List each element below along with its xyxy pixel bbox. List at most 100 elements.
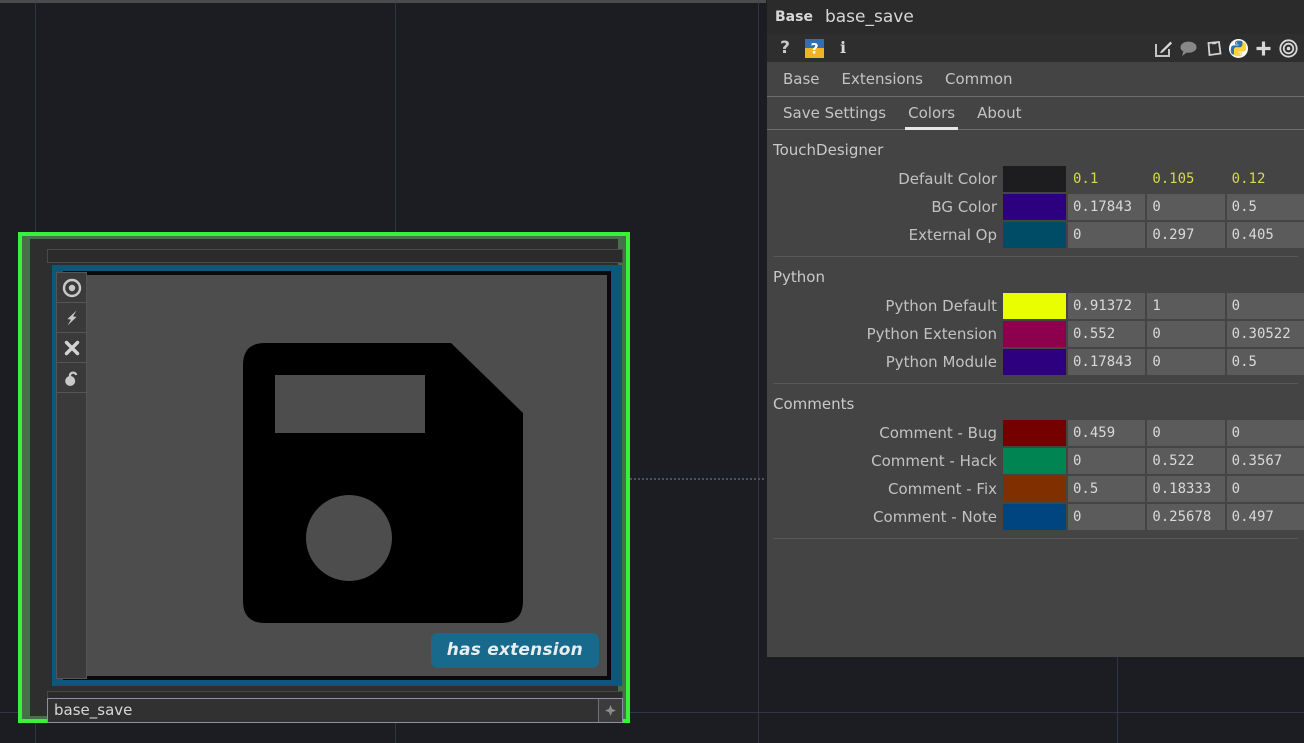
parameter-value-field[interactable]: 0 xyxy=(1147,420,1225,446)
expand-plus-icon[interactable] xyxy=(599,699,622,722)
parameter-row: Comment - Fix 0.5 0.18333 0 xyxy=(767,476,1304,502)
parameter-value-field[interactable]: 0 xyxy=(1147,194,1225,220)
parameter-value-field[interactable]: 1 xyxy=(1147,293,1225,319)
parameter-dialog[interactable]: Base base_save ? ? i Base Extensions Com… xyxy=(766,0,1304,657)
tab-save-settings[interactable]: Save Settings xyxy=(783,97,886,129)
edit-pencil-icon[interactable] xyxy=(1153,38,1173,58)
parameter-value-fields: 0 0.297 0.405 xyxy=(1066,222,1304,248)
color-swatch[interactable] xyxy=(1003,293,1066,319)
node-frame-inner: has extension xyxy=(63,271,611,680)
parameter-value-field[interactable]: 0 xyxy=(1068,448,1146,474)
has-extension-badge: has extension xyxy=(430,633,599,668)
node-viewer[interactable]: has extension xyxy=(67,275,607,676)
parameter-value-field[interactable]: 0.30522 xyxy=(1226,321,1304,347)
bypass-x-icon[interactable] xyxy=(57,333,86,363)
parameter-value-field[interactable]: 0.522 xyxy=(1147,448,1225,474)
parameter-value-field[interactable]: 0.459 xyxy=(1068,420,1146,446)
parameter-row: BG Color 0.17843 0 0.5 xyxy=(767,194,1304,220)
parameter-value-field[interactable]: 0.297 xyxy=(1147,222,1225,248)
parameter-toolbar[interactable]: ? ? i xyxy=(767,34,1304,62)
tab-base[interactable]: Base xyxy=(783,62,820,96)
color-swatch[interactable] xyxy=(1003,476,1066,502)
color-swatch[interactable] xyxy=(1003,448,1066,474)
color-swatch[interactable] xyxy=(1003,166,1066,192)
parameter-row: Python Module 0.17843 0 0.5 xyxy=(767,349,1304,375)
parameter-value-field[interactable]: 0 xyxy=(1226,420,1304,446)
parameter-value-field[interactable]: 0.5 xyxy=(1226,194,1304,220)
tab-about[interactable]: About xyxy=(977,97,1021,129)
node-body[interactable]: has extension base_save xyxy=(30,239,623,723)
parameter-value-field[interactable]: 0.91372 xyxy=(1068,293,1146,319)
parameter-value-field[interactable]: 0.552 xyxy=(1068,321,1146,347)
color-swatch[interactable] xyxy=(1003,194,1066,220)
parameter-value-field[interactable]: 0.17843 xyxy=(1068,194,1146,220)
parameter-value-field[interactable]: 0.12 xyxy=(1227,166,1304,192)
parameter-row: Comment - Note 0 0.25678 0.497 xyxy=(767,504,1304,530)
tab-extensions-label: Extensions xyxy=(841,70,923,88)
parameter-label: Python Extension xyxy=(866,325,997,343)
parameter-label: Comment - Fix xyxy=(887,480,997,498)
secondary-tab-row[interactable]: Save Settings Colors About xyxy=(767,97,1304,130)
touchdesigner-window: has extension base_save Base base_save ?… xyxy=(0,0,1304,743)
parameter-value-field[interactable]: 0.405 xyxy=(1226,222,1304,248)
node-frame: has extension xyxy=(52,265,622,686)
clipboard-paste-icon[interactable] xyxy=(1203,38,1223,58)
color-swatch[interactable] xyxy=(1003,349,1066,375)
parameter-value-field[interactable]: 0 xyxy=(1068,222,1146,248)
node-header-strip xyxy=(47,249,623,263)
parameter-value-field[interactable]: 0.18333 xyxy=(1147,476,1225,502)
parameter-value-fields: 0 0.522 0.3567 xyxy=(1066,448,1304,474)
section-header: Comments xyxy=(773,395,855,413)
tab-colors-label: Colors xyxy=(908,104,956,122)
node-flag-rail[interactable] xyxy=(56,272,87,679)
parameter-row: Python Extension 0.552 0 0.30522 xyxy=(767,321,1304,347)
color-swatch[interactable] xyxy=(1003,420,1066,446)
parameter-value-field[interactable]: 0.25678 xyxy=(1147,504,1225,530)
svg-text:?: ? xyxy=(810,41,818,57)
cook-lightning-icon[interactable] xyxy=(57,303,86,333)
info-icon[interactable]: i xyxy=(833,38,853,58)
node-name-field[interactable]: base_save xyxy=(47,698,623,723)
parameter-value-field[interactable]: 0 xyxy=(1226,476,1304,502)
parameter-list: TouchDesigner Default Color 0.1 0.105 0.12 BG… xyxy=(767,130,1304,539)
parameter-value-field[interactable]: 0.17843 xyxy=(1068,349,1146,375)
color-swatch[interactable] xyxy=(1003,321,1066,347)
parameter-label: Python Default xyxy=(885,297,997,315)
parameter-value-field[interactable]: 0.5 xyxy=(1068,476,1146,502)
parameter-label: External Op xyxy=(908,226,997,244)
parameter-value-field[interactable]: 0.1 xyxy=(1068,166,1145,192)
parameter-row: Python Default 0.91372 1 0 xyxy=(767,293,1304,319)
target-bullseye-icon[interactable] xyxy=(1278,38,1298,58)
parameter-value-field[interactable]: 0.497 xyxy=(1226,504,1304,530)
comment-bubble-icon[interactable] xyxy=(1178,38,1198,58)
tab-common[interactable]: Common xyxy=(945,62,1013,96)
parameter-value-fields: 0 0.25678 0.497 xyxy=(1066,504,1304,530)
python-logo-icon[interactable] xyxy=(1228,38,1248,58)
parameter-value-field[interactable]: 0 xyxy=(1147,349,1225,375)
parameter-dialog-titlebar: Base base_save xyxy=(767,0,1304,34)
parameter-value-field[interactable]: 0 xyxy=(1226,293,1304,319)
lock-icon[interactable] xyxy=(57,363,86,393)
section-header: Python xyxy=(773,268,825,286)
tab-extensions[interactable]: Extensions xyxy=(842,62,923,96)
add-plus-icon[interactable] xyxy=(1253,38,1273,58)
parameter-value-field[interactable]: 0 xyxy=(1147,321,1225,347)
parameter-value-field[interactable]: 0 xyxy=(1068,504,1146,530)
parameter-row: Comment - Hack 0 0.522 0.3567 xyxy=(767,448,1304,474)
parameter-value-field[interactable]: 0.3567 xyxy=(1226,448,1304,474)
parameter-value-fields: 0.552 0 0.30522 xyxy=(1066,321,1304,347)
section-divider xyxy=(773,538,1298,539)
help-question-icon[interactable]: ? xyxy=(775,38,795,58)
parameter-value-field[interactable]: 0.105 xyxy=(1147,166,1224,192)
parameter-label: Comment - Note xyxy=(873,508,997,526)
primary-tab-row[interactable]: Base Extensions Common xyxy=(767,62,1304,97)
node-base-save[interactable]: has extension base_save xyxy=(18,232,630,723)
node-name-value[interactable]: base_save xyxy=(48,699,599,722)
tab-colors[interactable]: Colors xyxy=(905,97,959,130)
op-snippets-icon[interactable]: ? xyxy=(804,38,824,58)
color-swatch[interactable] xyxy=(1003,504,1066,530)
viewer-active-icon[interactable] xyxy=(57,273,86,303)
help-question-glyph: ? xyxy=(780,37,790,58)
color-swatch[interactable] xyxy=(1003,222,1066,248)
parameter-value-field[interactable]: 0.5 xyxy=(1226,349,1304,375)
